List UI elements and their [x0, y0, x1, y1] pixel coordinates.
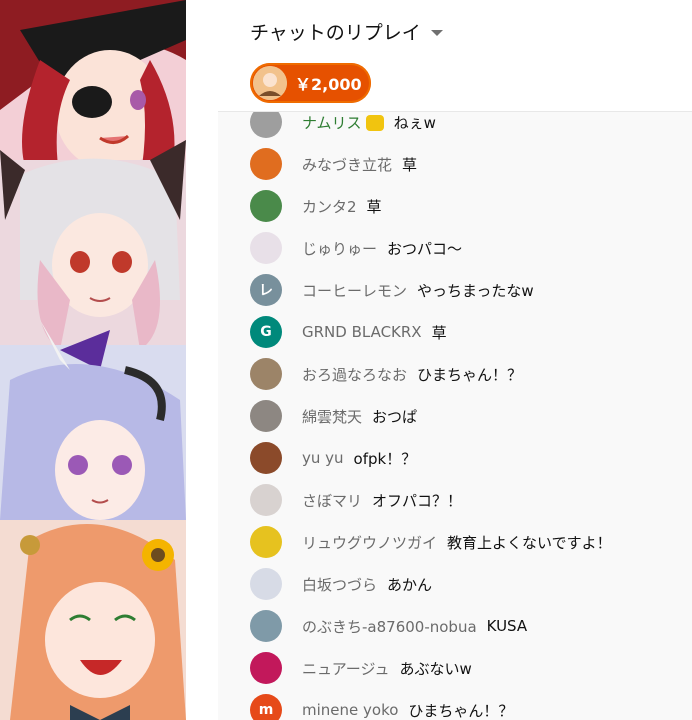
chat-author-name[interactable]: ニュアージュ — [302, 658, 389, 679]
chat-message-text: ひまちゃん！？ — [408, 701, 514, 720]
avatar[interactable] — [250, 610, 282, 642]
chat-message[interactable]: おろ過なろなお ひまちゃん！？ — [218, 353, 692, 395]
chat-message-list: ナムリス ねぇw みなづき立花草カンタ2 草じゅりゅー おつパコ～レコーヒーレモン やっち… — [218, 101, 692, 720]
avatar[interactable]: レ — [250, 274, 282, 306]
chat-message-text: KUSA — [486, 617, 528, 635]
chat-author-name[interactable]: リュウグウノツガイ — [302, 532, 437, 553]
chat-message[interactable]: さぼマリ オフパコ？！ — [218, 479, 692, 521]
chat-message-text: ひまちゃん！？ — [417, 365, 523, 384]
chat-message[interactable]: リュウグウノツガイ 教育上よくないですよ！ — [218, 521, 692, 563]
super-chat-ticker[interactable]: ￥2,000 — [250, 63, 371, 103]
anime-characters-illustration — [0, 0, 186, 720]
chat-message[interactable]: のぶきち-a87600-nobua KUSA — [218, 605, 692, 647]
chat-message[interactable]: G GRND BLACKRX 草 — [218, 311, 692, 353]
avatar[interactable] — [250, 526, 282, 558]
chat-message[interactable]: m minene yoko ひまちゃん！？ — [218, 689, 692, 720]
avatar[interactable] — [250, 484, 282, 516]
avatar[interactable] — [250, 190, 282, 222]
chat-author-name[interactable]: コーヒーレモン — [302, 280, 407, 301]
avatar[interactable]: m — [250, 694, 282, 720]
avatar[interactable] — [250, 400, 282, 432]
chat-author-name[interactable]: じゅりゅー — [302, 238, 377, 259]
panel-gap — [186, 0, 218, 720]
chat-author-name[interactable]: 白坂つづら — [302, 574, 377, 595]
chat-message[interactable]: ニュアージュ あぶないw — [218, 647, 692, 689]
chat-message[interactable]: じゅりゅー おつパコ～ — [218, 227, 692, 269]
avatar[interactable] — [250, 652, 282, 684]
chat-message[interactable]: 白坂つづら あかん — [218, 563, 692, 605]
chat-message-text: あかん — [387, 575, 433, 594]
avatar[interactable] — [250, 232, 282, 264]
chat-message-text: ofpk！？ — [353, 449, 417, 468]
chat-message-text: ねぇw — [393, 113, 436, 132]
chat-message[interactable]: 綿雲梵天 おつぱ — [218, 395, 692, 437]
chat-author-name[interactable]: みなづき立花 — [302, 154, 392, 175]
avatar[interactable]: G — [250, 316, 282, 348]
chat-message-text: オフパコ？！ — [372, 491, 463, 510]
member-badge-icon — [365, 115, 384, 131]
chat-message[interactable]: みなづき立花草 — [218, 143, 692, 185]
chat-message-text: おつぱ — [372, 407, 418, 426]
avatar[interactable] — [250, 442, 282, 474]
chat-author-name[interactable]: yu yu — [302, 449, 344, 467]
chat-message-text: 草 — [366, 197, 382, 216]
chat-message-text: おつパコ～ — [387, 239, 463, 258]
chat-author-name[interactable]: 綿雲梵天 — [302, 406, 362, 427]
chat-author-name[interactable]: GRND BLACKRX — [302, 323, 422, 341]
chat-message[interactable]: yu yu ofpk！？ — [218, 437, 692, 479]
avatar[interactable] — [250, 568, 282, 600]
chat-author-name[interactable]: さぼマリ — [302, 490, 362, 511]
super-chat-amount: ￥2,000 — [295, 75, 362, 94]
chevron-down-icon — [430, 29, 443, 36]
video-thumbnail-strip — [0, 0, 186, 720]
chat-message-text: 草 — [431, 323, 447, 342]
chat-message-text: 教育上よくないですよ！ — [447, 533, 612, 552]
chat-message[interactable]: レコーヒーレモン やっちまったなw — [218, 269, 692, 311]
chat-author-name[interactable]: minene yoko — [302, 701, 398, 719]
chat-message-text: やっちまったなw — [417, 281, 534, 300]
chat-author-name[interactable]: のぶきち-a87600-nobua — [302, 616, 477, 637]
chat-author-name[interactable]: カンタ2 — [302, 196, 357, 217]
live-chat-panel: チャットのリプレイ ￥2,000 ナムリス ねぇw みなづき立花草カンタ2 草じゅりゅ… — [218, 0, 692, 720]
chat-author-name[interactable]: ナムリス — [302, 112, 384, 133]
avatar[interactable] — [250, 148, 282, 180]
chat-message[interactable]: カンタ2 草 — [218, 185, 692, 227]
chat-header: チャットのリプレイ ￥2,000 — [218, 0, 692, 112]
avatar — [253, 66, 287, 100]
chat-mode-dropdown[interactable]: チャットのリプレイ — [250, 18, 443, 45]
avatar[interactable] — [250, 358, 282, 390]
chat-message-text: 草 — [402, 155, 418, 174]
chat-title-label: チャットのリプレイ — [250, 22, 421, 44]
chat-message-text: あぶないw — [399, 659, 472, 678]
chat-author-name[interactable]: おろ過なろなお — [302, 364, 407, 385]
